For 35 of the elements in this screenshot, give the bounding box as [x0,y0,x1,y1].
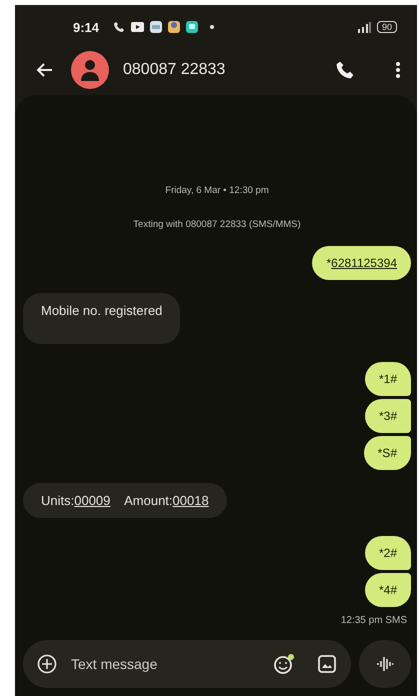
message-link[interactable]: 00009 [74,493,110,508]
signal-icon [356,22,371,32]
video-icon [131,22,144,32]
conversation-info: Texting with 080087 22833 (SMS/MMS) [132,219,302,230]
message-text: *S# [378,446,397,460]
message-text: *2# [378,546,397,560]
emoji-icon[interactable] [273,653,295,675]
message-timestamp: 12:35 pm SMS [340,615,407,626]
message-text: *3# [378,409,397,423]
app-icon [150,21,162,33]
message-link[interactable]: 00018 [172,493,209,508]
dot-icon [210,25,214,29]
contact-avatar [71,51,109,89]
waveform-icon [376,656,394,672]
voice-button[interactable] [359,640,411,688]
message-text: Mobile no. registered [41,303,162,318]
back-icon[interactable] [35,62,53,78]
battery-level: 90 [376,21,397,33]
message-text: * [326,256,332,270]
image-icon[interactable] [317,654,337,674]
status-time: 9:14 [73,20,100,34]
app-icon [186,21,198,33]
contact-name: 080087 22833 [123,61,226,79]
message-text: Amount: [123,493,173,508]
message-text: *4# [378,583,397,597]
more-icon[interactable] [395,61,401,79]
message-text: *1# [378,372,397,386]
call-icon[interactable] [335,60,355,80]
message-text: Units: [41,493,74,508]
date-label: Friday, 6 Mar • 12:30 pm [164,185,270,196]
add-icon[interactable] [37,654,57,674]
phone-icon [113,21,126,33]
message-link[interactable]: 6281125394 [331,256,397,270]
app-icon [168,21,180,33]
message-input[interactable]: Text message [69,655,261,673]
